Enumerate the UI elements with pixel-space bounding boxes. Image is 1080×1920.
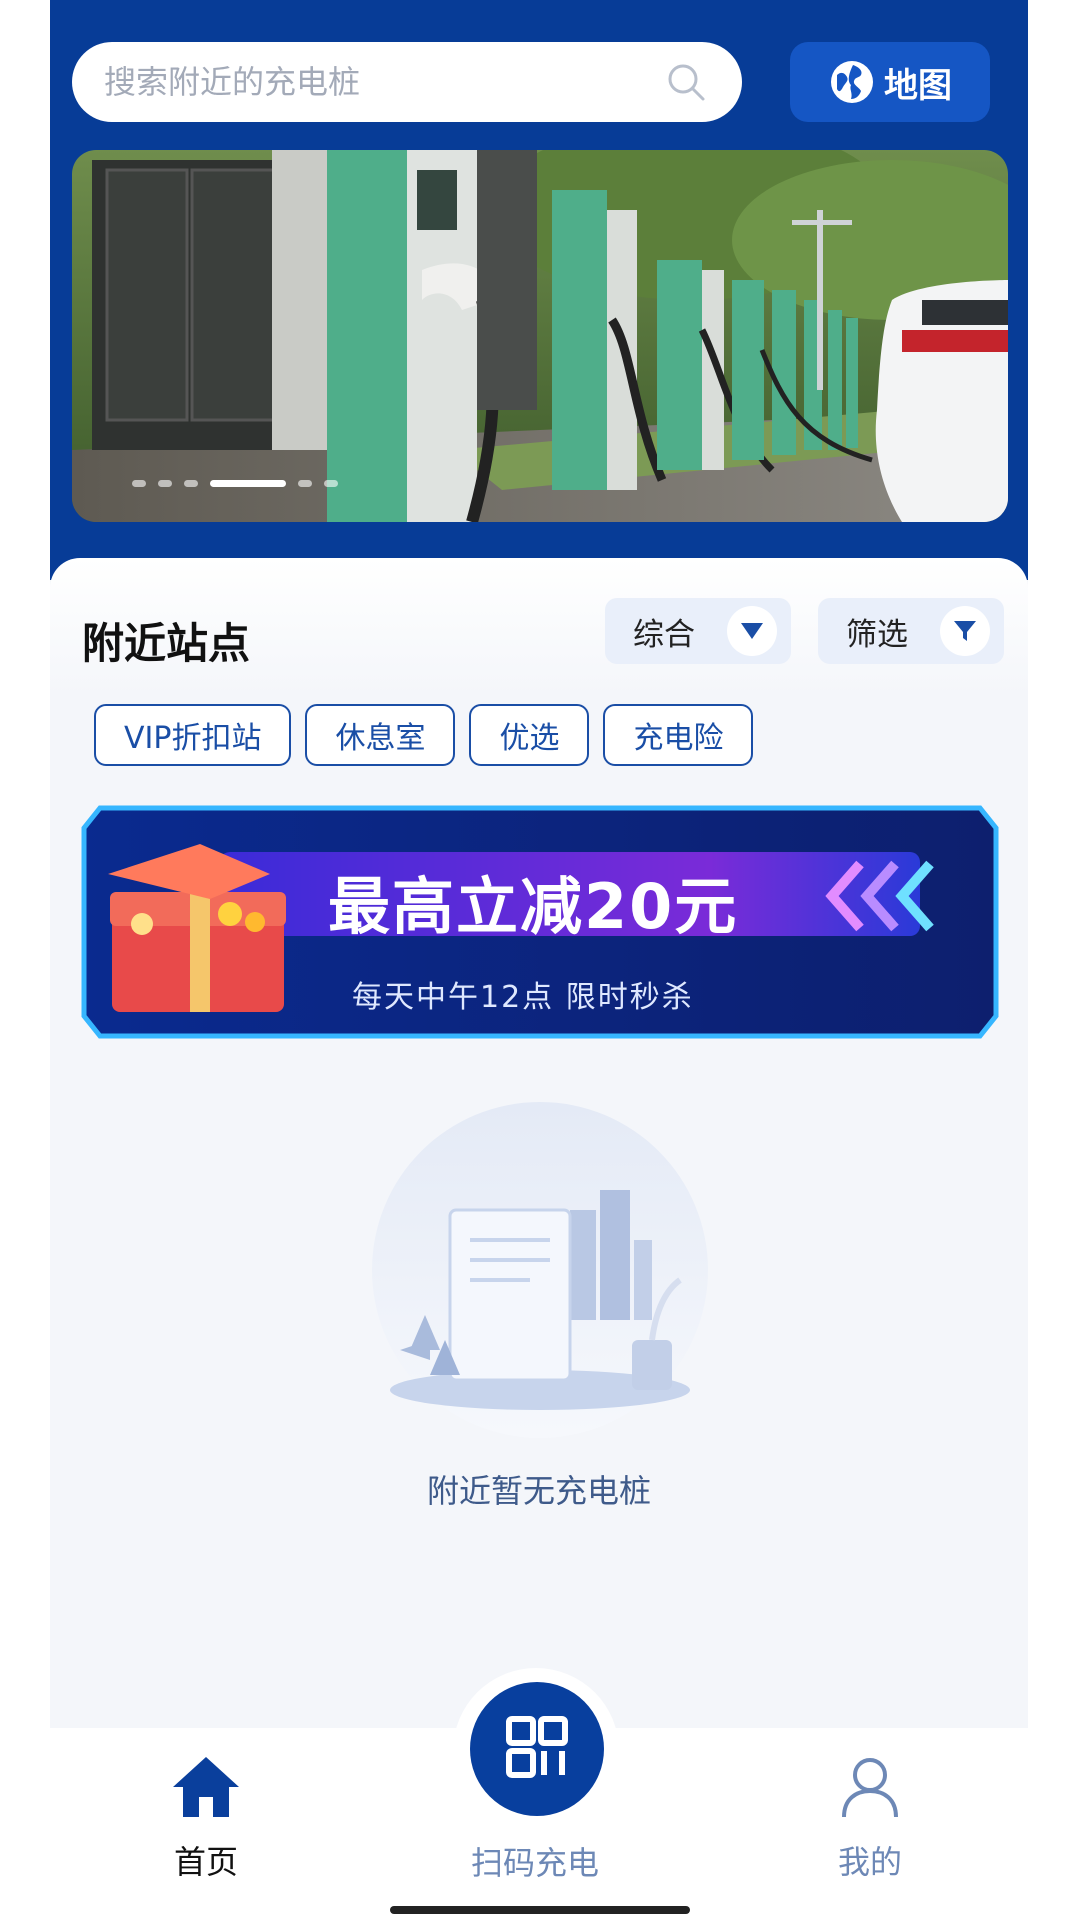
carousel-dot[interactable]: [158, 480, 172, 487]
funnel-icon: [940, 606, 990, 656]
nav-home-label: 首页: [173, 1843, 238, 1881]
home-icon: [171, 1755, 241, 1823]
scan-charge-button[interactable]: [470, 1682, 604, 1816]
promo-banner[interactable]: 最高立减20元 每天中午12点 限时秒杀: [80, 804, 1000, 1040]
user-icon: [838, 1755, 902, 1823]
carousel-dot[interactable]: [184, 480, 198, 487]
tag-preferred[interactable]: 优选: [469, 704, 590, 766]
carousel-dot[interactable]: [132, 480, 146, 487]
nav-tab-mine[interactable]: 我的: [770, 1755, 970, 1883]
section-title: 附近站点: [82, 619, 251, 668]
sort-label: 综合: [633, 616, 695, 653]
qr-scan-icon: [506, 1716, 568, 1782]
device-frame: 地图: [0, 0, 1080, 1920]
map-button[interactable]: 地图: [790, 42, 990, 122]
globe-icon: [828, 58, 876, 106]
search-icon[interactable]: [662, 58, 710, 106]
search-bar[interactable]: [72, 42, 742, 122]
empty-state-illustration: [370, 1100, 710, 1440]
home-indicator: [390, 1906, 690, 1914]
app-screen: 地图: [50, 0, 1028, 1920]
nav-scan-label[interactable]: 扫码充电: [435, 1838, 635, 1884]
caret-down-icon: [727, 606, 777, 656]
tag-lounge[interactable]: 休息室: [305, 704, 456, 766]
charging-station-photo: [72, 150, 1008, 522]
nav-tab-home[interactable]: 首页: [106, 1755, 306, 1883]
promo-title: 最高立减20元: [328, 870, 739, 943]
search-input[interactable]: [104, 63, 662, 101]
carousel-dot[interactable]: [298, 480, 312, 487]
tag-vip-discount[interactable]: VIP折扣站: [94, 704, 292, 766]
tag-charging-insurance[interactable]: 充电险: [603, 704, 754, 766]
filter-label: 筛选: [846, 616, 908, 653]
carousel-dot-active[interactable]: [210, 480, 286, 487]
filter-button[interactable]: 筛选: [818, 598, 1004, 664]
tag-list: VIP折扣站 休息室 优选 充电险: [94, 704, 754, 766]
carousel-indicator: [132, 480, 338, 487]
carousel-dot[interactable]: [324, 480, 338, 487]
nav-mine-label: 我的: [837, 1843, 902, 1881]
map-button-label: 地图: [884, 65, 952, 106]
promo-subtitle: 每天中午12点 限时秒杀: [352, 980, 694, 1015]
empty-state-message: 附近暂无充电桩: [426, 1472, 651, 1510]
banner-carousel[interactable]: [72, 150, 1008, 522]
sort-dropdown[interactable]: 综合: [605, 598, 791, 664]
